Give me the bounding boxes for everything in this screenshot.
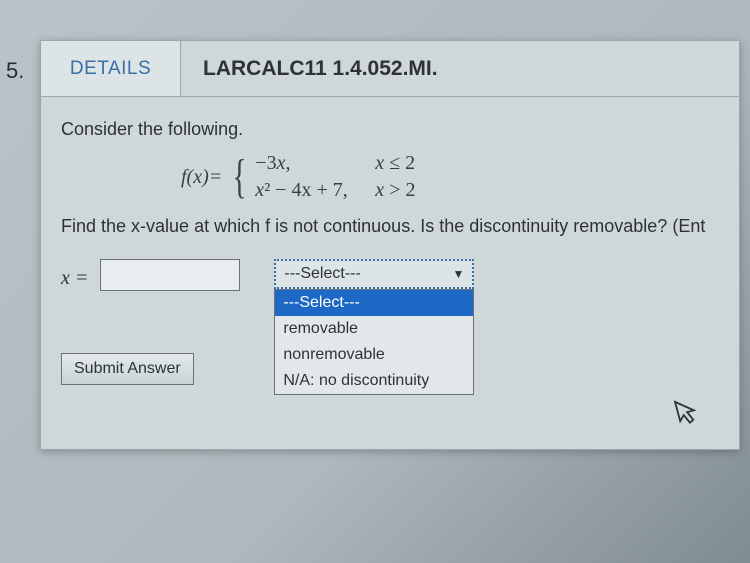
question-number: 5.	[6, 58, 24, 84]
answer-row: x = ---Select--- ▼ ---Select--- removabl…	[61, 259, 719, 291]
panel-content: Consider the following. f(x)= { −3x, x ≤…	[41, 97, 739, 407]
case-expr: −3x,	[255, 152, 375, 175]
dropdown-option-select[interactable]: ---Select---	[275, 290, 473, 316]
case-row: x² − 4x + 7, x > 2	[255, 179, 415, 202]
dropdown-option-removable[interactable]: removable	[275, 316, 473, 342]
x-value-input[interactable]	[100, 259, 240, 291]
piecewise-function: f(x)= { −3x, x ≤ 2 x² − 4x + 7, x > 2	[181, 152, 719, 202]
submit-button[interactable]: Submit Answer	[61, 353, 194, 385]
question-panel: DETAILS LARCALC11 1.4.052.MI. Consider t…	[40, 40, 740, 450]
discontinuity-select[interactable]: ---Select--- ▼	[274, 259, 474, 289]
prompt-question: Find the x-value at which f is not conti…	[61, 216, 719, 237]
prompt-intro: Consider the following.	[61, 119, 719, 140]
source-label: LARCALC11 1.4.052.MI.	[181, 41, 438, 96]
function-label: f(x)=	[181, 166, 222, 189]
dropdown-option-nonremovable[interactable]: nonremovable	[275, 342, 473, 368]
case-cond: x > 2	[375, 179, 415, 202]
function-cases: −3x, x ≤ 2 x² − 4x + 7, x > 2	[255, 152, 415, 202]
cursor-icon	[673, 395, 704, 436]
discontinuity-dropdown: ---Select--- removable nonremovable N/A:…	[274, 289, 474, 395]
case-expr: x² − 4x + 7,	[255, 179, 375, 202]
select-value: ---Select---	[284, 265, 360, 283]
details-button[interactable]: DETAILS	[41, 41, 181, 96]
select-wrap: ---Select--- ▼ ---Select--- removable no…	[274, 259, 474, 289]
case-cond: x ≤ 2	[375, 152, 415, 175]
case-row: −3x, x ≤ 2	[255, 152, 415, 175]
chevron-down-icon: ▼	[452, 267, 464, 281]
dropdown-option-na[interactable]: N/A: no discontinuity	[275, 368, 473, 394]
x-label: x =	[61, 267, 88, 290]
brace-icon: {	[233, 153, 247, 201]
panel-header: DETAILS LARCALC11 1.4.052.MI.	[41, 41, 739, 97]
